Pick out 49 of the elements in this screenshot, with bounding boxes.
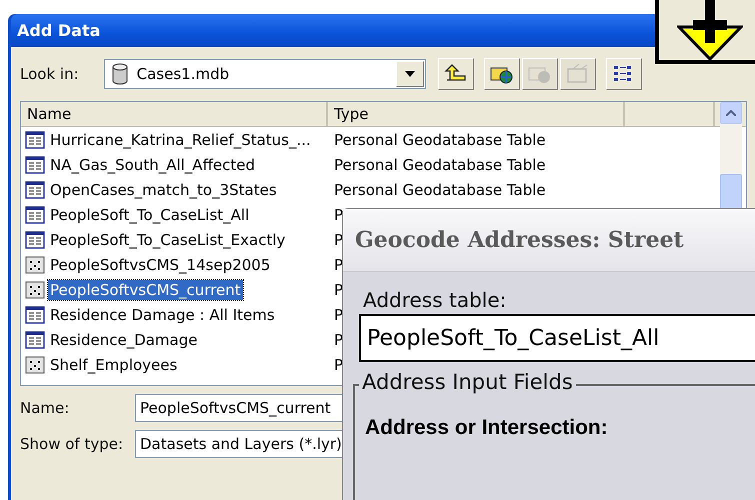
point-layer-icon [25, 256, 45, 274]
database-icon [110, 63, 129, 85]
address-table-field[interactable]: PeopleSoft_To_CaseList_All [359, 314, 755, 362]
point-layer-icon [25, 356, 45, 374]
file-type: P [333, 206, 344, 224]
file-type: P [333, 356, 344, 374]
file-type: Personal Geodatabase Table [333, 180, 546, 198]
toolbar-button[interactable] [606, 58, 642, 90]
look-in-dropdown[interactable]: Cases1.mdb [104, 59, 426, 89]
toolbar-button[interactable] [484, 58, 520, 90]
window-title: Geocode Addresses: Street [355, 227, 684, 253]
file-item[interactable]: PeopleSoftvsCMS_14sep2005 [48, 254, 272, 274]
dropdown-arrow-icon [404, 71, 415, 77]
file-item[interactable]: NA_Gas_South_All_Affected [48, 154, 258, 174]
group-legend: Address Input Fields [359, 370, 576, 394]
toolbar-button[interactable] [438, 58, 474, 90]
table-icon [25, 130, 45, 148]
file-item[interactable]: Hurricane_Katrina_Relief_Status_... [48, 130, 313, 150]
file-item[interactable]: PeopleSoftvsCMS_current [48, 280, 243, 300]
file-item[interactable]: Shelf_Employees [48, 354, 180, 374]
point-layer-icon [25, 280, 45, 298]
window-title: Add Data [17, 21, 100, 40]
table-icon [25, 206, 45, 224]
file-type: P [333, 330, 344, 348]
file-type: P [333, 256, 344, 274]
file-type: P [333, 280, 344, 298]
table-icon [25, 306, 45, 324]
file-item[interactable]: Residence_Damage [48, 330, 200, 350]
look-in-label: Look in: [20, 65, 79, 83]
file-item[interactable]: OpenCases_match_to_3States [48, 180, 279, 200]
file-type: P [333, 306, 344, 324]
name-label: Name: [20, 399, 70, 417]
file-item[interactable]: PeopleSoft_To_CaseList_Exactly [48, 230, 288, 250]
type-label: Show of type: [20, 435, 124, 453]
scroll-up-icon [726, 110, 736, 116]
add-arrow-icon [677, 0, 743, 61]
add-data-button[interactable] [655, 0, 755, 64]
column-header[interactable]: Type [328, 102, 625, 126]
file-item[interactable]: PeopleSoft_To_CaseList_All [48, 204, 252, 224]
file-type: Personal Geodatabase Table [333, 156, 546, 174]
table-icon [25, 330, 45, 348]
column-header[interactable]: Name [21, 102, 328, 126]
address-table-label: Address table: [363, 288, 508, 312]
table-icon [25, 230, 45, 248]
table-icon [25, 156, 45, 174]
file-item[interactable]: Residence Damage : All Items [48, 304, 277, 324]
table-icon [25, 180, 45, 198]
file-type: P [333, 230, 344, 248]
file-type: Personal Geodatabase Table [333, 130, 546, 148]
